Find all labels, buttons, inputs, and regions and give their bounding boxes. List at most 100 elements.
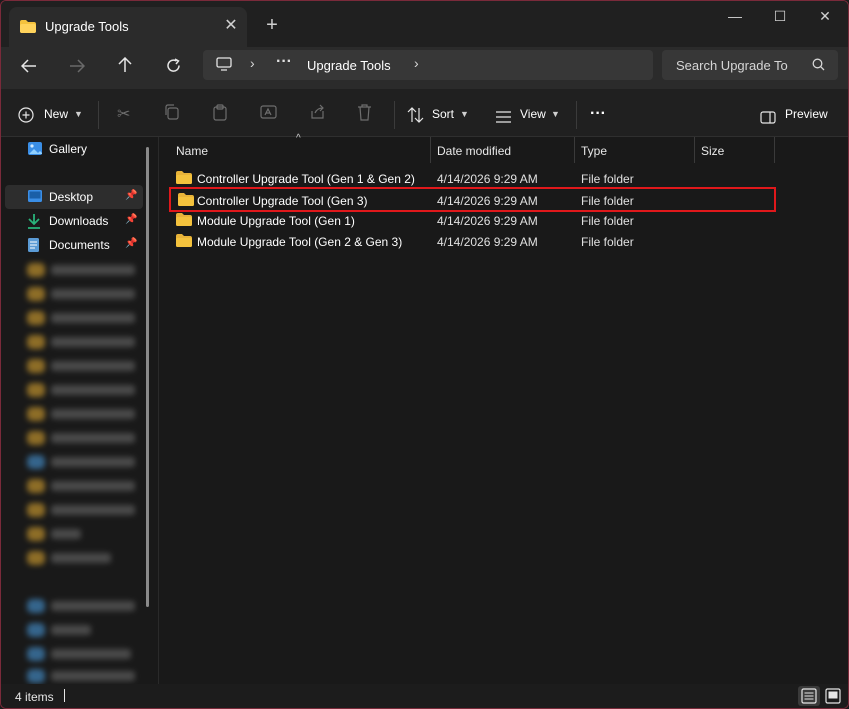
paste-icon[interactable] bbox=[212, 104, 228, 126]
sidebar-item-label: Documents bbox=[49, 238, 110, 252]
plus-circle-icon bbox=[18, 106, 34, 132]
address-bar[interactable]: › ··· Upgrade Tools › bbox=[203, 50, 653, 80]
column-header-label: Size bbox=[701, 144, 725, 158]
breadcrumb-current-folder[interactable]: Upgrade Tools bbox=[307, 58, 391, 73]
tab-upgrade-tools[interactable]: Upgrade Tools ✕ bbox=[9, 7, 247, 47]
sidebar-item-desktop[interactable]: Desktop 📌 bbox=[5, 185, 143, 209]
maximize-button[interactable]: ☐ bbox=[757, 1, 803, 33]
table-row[interactable]: Module Upgrade Tool (Gen 2 & Gen 3) 4/14… bbox=[169, 231, 775, 252]
details-view-icon bbox=[801, 688, 817, 704]
this-pc-icon[interactable] bbox=[216, 57, 232, 74]
sort-label: Sort bbox=[432, 107, 455, 121]
file-name: Module Upgrade Tool (Gen 2 & Gen 3) bbox=[197, 235, 403, 249]
column-header-label: Name bbox=[176, 144, 209, 158]
large-icons-view-button[interactable] bbox=[822, 686, 844, 706]
forward-button[interactable] bbox=[62, 53, 92, 83]
file-type: File folder bbox=[581, 214, 634, 228]
minimize-button[interactable]: — bbox=[712, 1, 758, 33]
back-button[interactable] bbox=[14, 53, 44, 83]
share-icon[interactable] bbox=[309, 104, 326, 125]
view-button[interactable]: View ▼ bbox=[495, 101, 561, 127]
pin-icon[interactable]: 📌 bbox=[125, 190, 137, 201]
file-type: File folder bbox=[581, 194, 634, 208]
divider bbox=[394, 101, 395, 129]
up-arrow-icon bbox=[118, 56, 132, 72]
rename-icon[interactable] bbox=[260, 104, 277, 125]
refresh-button[interactable] bbox=[158, 53, 188, 83]
folder-icon bbox=[176, 234, 192, 250]
preview-pane-button[interactable]: Preview bbox=[760, 101, 832, 127]
file-date: 4/14/2026 9:29 AM bbox=[437, 172, 538, 186]
file-type: File folder bbox=[581, 235, 634, 249]
search-box[interactable]: Search Upgrade To bbox=[662, 50, 838, 80]
file-date: 4/14/2026 9:29 AM bbox=[437, 214, 538, 228]
sidebar-item-label: Downloads bbox=[49, 214, 109, 228]
sidebar-item-gallery[interactable]: Gallery bbox=[5, 137, 143, 161]
table-row[interactable]: Module Upgrade Tool (Gen 1) 4/14/2026 9:… bbox=[169, 210, 775, 231]
item-count: 4 items bbox=[15, 690, 54, 704]
breadcrumb-overflow-button[interactable]: ··· bbox=[276, 53, 292, 71]
status-bar: 4 items bbox=[1, 684, 848, 708]
sidebar-item-label: Gallery bbox=[49, 142, 88, 156]
column-resize-handle[interactable] bbox=[774, 137, 775, 163]
up-button[interactable] bbox=[110, 53, 140, 83]
folder-icon bbox=[178, 193, 194, 209]
table-row[interactable]: Controller Upgrade Tool (Gen 1 & Gen 2) … bbox=[169, 168, 775, 189]
file-name: Controller Upgrade Tool (Gen 3) bbox=[197, 194, 368, 208]
large-icons-view-icon bbox=[825, 688, 841, 704]
navigation-bar: › ··· Upgrade Tools › Search Upgrade To bbox=[1, 47, 848, 89]
more-options-button[interactable]: ··· bbox=[590, 101, 612, 127]
sort-button[interactable]: Sort ▼ bbox=[407, 101, 471, 127]
desktop-icon bbox=[27, 189, 43, 206]
new-button[interactable]: New ▼ bbox=[18, 101, 84, 127]
new-tab-button[interactable]: + bbox=[260, 13, 284, 37]
file-type: File folder bbox=[581, 172, 634, 186]
view-icon bbox=[495, 107, 512, 133]
preview-pane-icon bbox=[760, 107, 776, 133]
sort-icon bbox=[407, 106, 424, 132]
sidebar-scrollbar[interactable] bbox=[146, 147, 149, 607]
close-window-button[interactable]: ✕ bbox=[802, 1, 848, 33]
sidebar-item-downloads[interactable]: Downloads 📌 bbox=[5, 209, 143, 233]
navigation-pane: Gallery Desktop 📌 Downloads 📌 Documents … bbox=[1, 137, 159, 684]
back-arrow-icon bbox=[20, 59, 36, 73]
delete-icon[interactable] bbox=[357, 104, 372, 126]
download-icon bbox=[27, 213, 41, 232]
file-name: Module Upgrade Tool (Gen 1) bbox=[197, 214, 355, 228]
file-name: Controller Upgrade Tool (Gen 1 & Gen 2) bbox=[197, 172, 415, 186]
file-list: ^ Name Date modified Type Size Controlle… bbox=[159, 133, 848, 684]
column-header-label: Date modified bbox=[437, 144, 512, 158]
divider bbox=[98, 101, 99, 129]
file-date: 4/14/2026 9:29 AM bbox=[437, 235, 538, 249]
column-header-name[interactable]: ^ Name bbox=[159, 133, 431, 163]
copy-icon[interactable] bbox=[164, 104, 180, 125]
details-view-button[interactable] bbox=[798, 686, 820, 706]
sidebar-item-documents[interactable]: Documents 📌 bbox=[5, 233, 143, 257]
column-header-size[interactable]: Size bbox=[695, 137, 775, 163]
folder-icon bbox=[176, 213, 192, 229]
close-tab-icon[interactable]: ✕ bbox=[221, 16, 241, 36]
divider bbox=[576, 101, 577, 129]
search-input[interactable]: Search Upgrade To bbox=[676, 58, 788, 73]
file-explorer-window: Upgrade Tools ✕ + — ☐ ✕ › ··· Upgrade To… bbox=[0, 0, 849, 709]
chevron-down-icon: ▼ bbox=[74, 109, 83, 119]
search-icon bbox=[812, 58, 825, 74]
pin-icon[interactable]: 📌 bbox=[125, 214, 137, 225]
column-header-type[interactable]: Type bbox=[575, 137, 695, 163]
chevron-down-icon: ▼ bbox=[551, 109, 560, 119]
tab-label: Upgrade Tools bbox=[45, 19, 129, 34]
breadcrumb-chevron-icon[interactable]: › bbox=[250, 55, 255, 71]
status-divider bbox=[64, 689, 65, 702]
column-header-label: Type bbox=[581, 144, 608, 158]
column-header-date[interactable]: Date modified bbox=[431, 137, 575, 163]
pin-icon[interactable]: 📌 bbox=[125, 238, 137, 249]
file-date: 4/14/2026 9:29 AM bbox=[437, 194, 538, 208]
forward-arrow-icon bbox=[70, 59, 86, 73]
breadcrumb-chevron-icon[interactable]: › bbox=[414, 55, 419, 71]
folder-icon bbox=[176, 171, 192, 187]
documents-icon bbox=[27, 237, 40, 256]
sort-ascending-icon: ^ bbox=[296, 133, 301, 144]
cut-icon[interactable]: ✂ bbox=[117, 104, 130, 124]
sidebar-item-label: Desktop bbox=[49, 190, 94, 204]
table-row-highlighted[interactable]: Controller Upgrade Tool (Gen 3) 4/14/202… bbox=[169, 187, 776, 212]
